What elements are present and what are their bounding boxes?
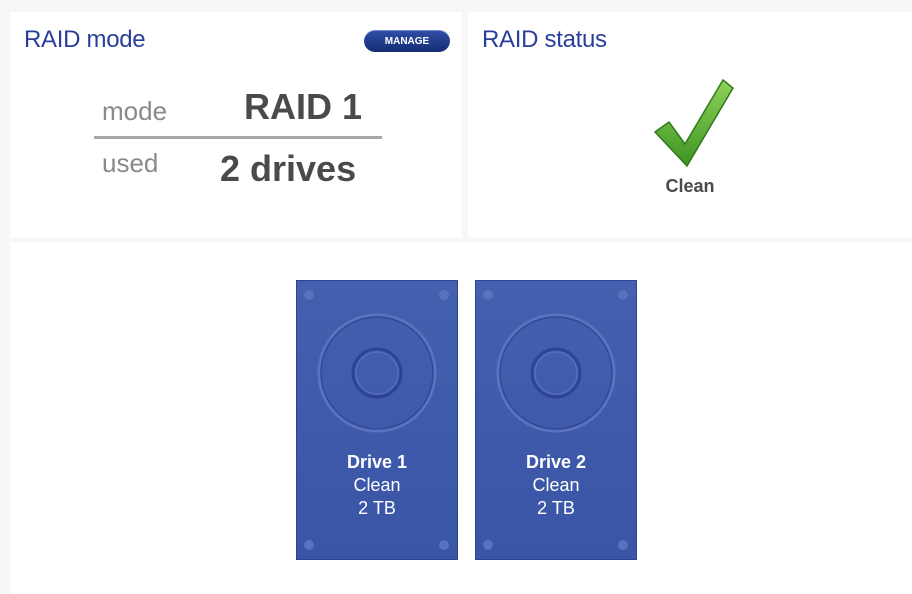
status-text: Clean bbox=[665, 176, 715, 196]
used-label: used bbox=[102, 148, 159, 178]
drive-card[interactable]: Drive 2 Clean 2 TB bbox=[475, 280, 637, 560]
raid-status-panel: RAID status Clean bbox=[468, 12, 912, 238]
drive-capacity: 2 TB bbox=[358, 498, 396, 518]
used-value: 2 drives bbox=[220, 148, 357, 189]
drive-status: Clean bbox=[353, 475, 401, 495]
mode-divider bbox=[94, 136, 382, 139]
raid-dashboard: RAID mode MANAGE mode RAID 1 used 2 driv… bbox=[0, 0, 912, 594]
checkmark-icon bbox=[651, 74, 735, 170]
drive-name: Drive 1 bbox=[346, 452, 408, 472]
mode-label: mode bbox=[102, 96, 168, 126]
drive-name: Drive 2 bbox=[525, 452, 587, 472]
raid-mode-title: RAID mode bbox=[24, 26, 146, 53]
drive-status: Clean bbox=[532, 475, 580, 495]
manage-button[interactable]: MANAGE bbox=[364, 30, 450, 52]
drives-panel: Drive 1 Clean 2 TB Drive 2 Clean 2 TB bbox=[10, 242, 912, 594]
mode-value: RAID 1 bbox=[244, 86, 363, 127]
raid-mode-panel: RAID mode MANAGE mode RAID 1 used 2 driv… bbox=[10, 12, 462, 238]
drive-capacity: 2 TB bbox=[537, 498, 575, 518]
raid-status-title: RAID status bbox=[482, 26, 607, 53]
drive-card[interactable]: Drive 1 Clean 2 TB bbox=[296, 280, 458, 560]
